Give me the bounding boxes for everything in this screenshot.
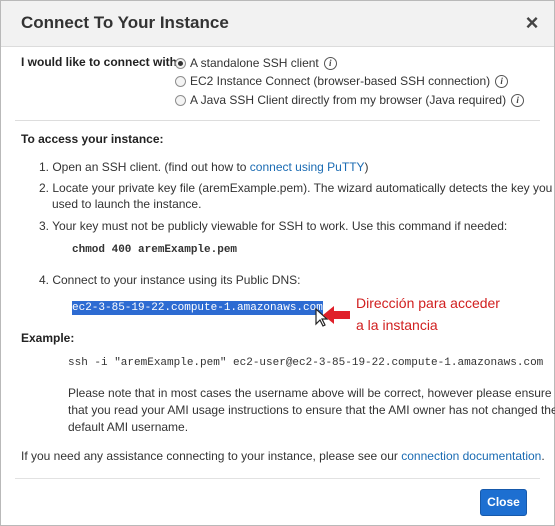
option-ec2-instance-connect[interactable]: EC2 Instance Connect (browser-based SSH …	[175, 72, 509, 90]
info-icon[interactable]: i	[511, 93, 525, 107]
assistance-suffix: .	[541, 449, 545, 463]
footer-divider	[15, 478, 540, 479]
example-heading: Example:	[21, 331, 75, 345]
close-button[interactable]: Close	[480, 489, 527, 516]
chmod-command[interactable]: chmod 400 aremExample.pem	[72, 244, 237, 256]
assistance-text: If you need any assistance connecting to…	[21, 448, 545, 464]
step-1: 1. Open an SSH client. (find out how to …	[39, 159, 369, 175]
putty-link[interactable]: connect using PuTTY	[250, 160, 365, 174]
step-2-line-2: used to launch the instance.	[52, 197, 202, 211]
annotation-line-2: a la instancia	[356, 317, 438, 333]
dialog-header: Connect To Your Instance ×	[1, 1, 554, 47]
option-label: A standalone SSH client	[190, 56, 319, 70]
step-4: 4. Connect to your instance using its Pu…	[39, 273, 301, 287]
ssh-command[interactable]: ssh -i "aremExample.pem" ec2-user@ec2-3-…	[68, 357, 543, 369]
radio-java-ssh[interactable]	[175, 94, 186, 106]
step-1-text: 1. Open an SSH client. (find out how to	[39, 160, 247, 174]
assistance-prefix: If you need any assistance connecting to…	[21, 449, 398, 463]
step-3: 3. Your key must not be publicly viewabl…	[39, 219, 508, 233]
option-label: EC2 Instance Connect (browser-based SSH …	[190, 74, 491, 88]
annotation-line-1: Dirección para acceder	[356, 295, 500, 311]
connect-with-label: I would like to connect with	[21, 55, 178, 69]
connection-documentation-link[interactable]: connection documentation	[401, 449, 541, 463]
step-1-suffix: )	[364, 160, 369, 174]
info-icon[interactable]: i	[495, 74, 509, 88]
dialog-title: Connect To Your Instance	[21, 13, 229, 32]
option-java-ssh[interactable]: A Java SSH Client directly from my brows…	[175, 91, 525, 109]
public-dns-value[interactable]: ec2-3-85-19-22.compute-1.amazonaws.com	[72, 301, 323, 315]
note-line-3: default AMI username.	[68, 420, 189, 434]
access-heading: To access your instance:	[21, 132, 164, 146]
divider	[15, 120, 540, 121]
radio-ec2-instance-connect[interactable]	[175, 75, 186, 87]
option-label: A Java SSH Client directly from my brows…	[190, 93, 507, 107]
info-icon[interactable]: i	[323, 56, 337, 70]
note-line-1: Please note that in most cases the usern…	[68, 386, 552, 400]
step-2-line-1: 2. Locate your private key file (aremExa…	[39, 181, 553, 195]
radio-standalone-ssh[interactable]	[175, 57, 186, 69]
close-icon[interactable]: ×	[521, 12, 543, 34]
option-standalone-ssh[interactable]: A standalone SSH client i	[175, 54, 337, 72]
note-line-2: that you read your AMI usage instruction…	[68, 403, 555, 417]
connect-dialog: Connect To Your Instance × I would like …	[0, 0, 555, 526]
red-arrow-icon	[323, 306, 350, 324]
